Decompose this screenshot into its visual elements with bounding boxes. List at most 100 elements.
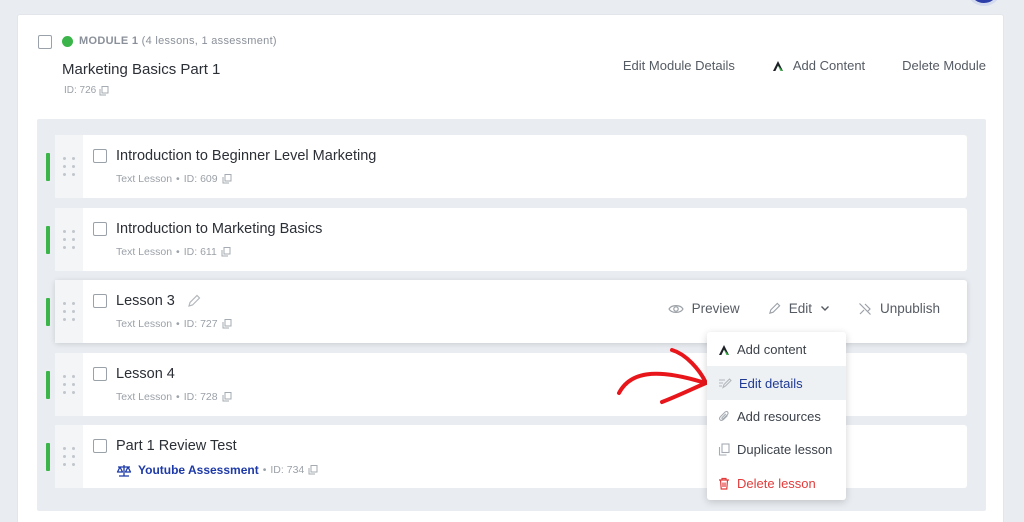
- copy-icon[interactable]: [308, 465, 318, 475]
- status-bar: [46, 443, 50, 471]
- paperclip-icon: [718, 410, 729, 421]
- add-content-label: Add Content: [792, 58, 866, 73]
- module-number: MODULE 1: [79, 35, 139, 47]
- lesson-type: Text Lesson: [116, 246, 173, 258]
- lesson-actions: Preview Edit Unpublish: [667, 301, 940, 316]
- module-counts: (4 lessons, 1 assessment): [141, 35, 277, 47]
- lesson-title[interactable]: Lesson 4: [116, 366, 175, 382]
- unpublish-button[interactable]: Unpublish: [858, 301, 940, 316]
- lesson-meta: Text Lesson • ID: 611: [116, 246, 231, 258]
- status-bar: [46, 153, 50, 181]
- lesson-id: ID: 609: [183, 173, 218, 185]
- lesson-id: ID: 727: [183, 318, 218, 330]
- drag-handle-icon[interactable]: [55, 280, 83, 343]
- preview-button[interactable]: Preview: [667, 301, 740, 316]
- module-title: Marketing Basics Part 1: [62, 61, 221, 78]
- lesson-checkbox[interactable]: [93, 294, 107, 308]
- lesson-meta: Text Lesson • ID: 727: [116, 318, 232, 330]
- drag-handle-icon[interactable]: [55, 135, 83, 198]
- meta-separator: •: [176, 173, 180, 185]
- module-card: MODULE 1 (4 lessons, 1 assessment) Marke…: [17, 14, 1004, 522]
- pencil-icon: [768, 302, 781, 314]
- status-bar: [46, 371, 50, 399]
- meta-separator: •: [176, 318, 180, 330]
- menu-item-delete-lesson[interactable]: Delete lesson: [707, 467, 846, 500]
- copy-icon[interactable]: [222, 319, 232, 329]
- drag-handle-icon[interactable]: [55, 425, 83, 488]
- lesson-title-text: Part 1 Review Test: [116, 438, 237, 454]
- preview-label: Preview: [691, 301, 740, 316]
- lesson-id: ID: 728: [183, 391, 218, 403]
- module-label: MODULE 1 (4 lessons, 1 assessment): [79, 35, 277, 47]
- menu-item-label: Delete lesson: [737, 475, 816, 491]
- module-actions: Edit Module Details Add Content Delete M…: [623, 58, 986, 73]
- unpublish-label: Unpublish: [879, 301, 940, 316]
- meta-separator: •: [176, 246, 180, 258]
- scale-icon: [116, 464, 132, 477]
- meta-separator: •: [176, 391, 180, 403]
- status-dot: [62, 36, 73, 47]
- assessment-type-label: Youtube Assessment: [138, 463, 259, 477]
- lesson-title[interactable]: Introduction to Marketing Basics: [116, 221, 322, 237]
- module-id-text: ID: 726: [64, 85, 97, 96]
- lesson-title-text: Introduction to Marketing Basics: [116, 221, 323, 237]
- copy-icon[interactable]: [221, 247, 231, 257]
- lesson-title[interactable]: Introduction to Beginner Level Marketing: [116, 148, 376, 164]
- lesson-checkbox[interactable]: [93, 439, 107, 453]
- lesson-id: ID: 734: [270, 464, 305, 476]
- delete-module-label: Delete Module: [902, 58, 986, 73]
- edit-module-details-button[interactable]: Edit Module Details: [623, 58, 735, 73]
- assessment-type: Youtube Assessment: [116, 463, 259, 477]
- lesson-meta: Text Lesson • ID: 728: [116, 391, 232, 403]
- menu-item-label: Edit details: [739, 375, 803, 391]
- lesson-checkbox[interactable]: [93, 222, 107, 236]
- menu-item-edit-details[interactable]: Edit details: [707, 366, 846, 400]
- edit-module-details-label: Edit Module Details: [622, 58, 735, 73]
- meta-separator: •: [262, 464, 267, 476]
- annotation-arrow: [617, 348, 708, 404]
- eye-icon: [667, 304, 684, 313]
- lesson-type: Text Lesson: [116, 318, 173, 330]
- lesson-meta: Text Lesson • ID: 609: [116, 173, 232, 185]
- edit-details-icon: [719, 378, 732, 389]
- edit-dropdown-button[interactable]: Edit: [768, 301, 830, 316]
- menu-item-label: Duplicate lesson: [737, 442, 833, 458]
- lesson-title[interactable]: Part 1 Review Test: [116, 438, 237, 454]
- drag-handle-icon[interactable]: [55, 353, 83, 416]
- lesson-title-text: Lesson 3: [116, 293, 175, 309]
- copy-icon: [718, 443, 730, 456]
- status-bar: [46, 226, 50, 254]
- menu-item-duplicate[interactable]: Duplicate lesson: [707, 433, 846, 466]
- drag-handle-icon[interactable]: [55, 208, 83, 271]
- menu-item-add-content[interactable]: Add content: [707, 333, 846, 366]
- copy-icon[interactable]: [222, 392, 232, 402]
- lesson-checkbox[interactable]: [93, 367, 107, 381]
- copy-icon[interactable]: [222, 174, 232, 184]
- lesson-title[interactable]: Lesson 3: [116, 293, 201, 309]
- lesson-row[interactable]: Introduction to Marketing Basics Text Le…: [46, 208, 967, 271]
- trash-icon: [719, 477, 729, 490]
- copy-icon[interactable]: [99, 85, 109, 96]
- lesson-title-text: Lesson 4: [116, 366, 175, 382]
- edit-label: Edit: [788, 301, 812, 316]
- lesson-checkbox[interactable]: [93, 149, 107, 163]
- module-id: ID: 726: [64, 85, 109, 96]
- menu-item-label: Add resources: [737, 408, 821, 424]
- avatar[interactable]: [966, 0, 1002, 6]
- delete-module-button[interactable]: Delete Module: [902, 58, 986, 73]
- status-bar: [46, 298, 50, 326]
- pencil-icon[interactable]: [187, 294, 201, 308]
- lesson-meta: Youtube Assessment • ID: 734: [116, 463, 318, 477]
- chevron-down-icon: [820, 306, 829, 311]
- lesson-type: Text Lesson: [116, 391, 173, 403]
- lesson-type: Text Lesson: [116, 173, 173, 185]
- brand-a-icon: [772, 60, 783, 71]
- lesson-id: ID: 611: [183, 246, 217, 258]
- edit-dropdown-menu: Add content Edit details Add resources D…: [707, 332, 846, 500]
- menu-item-label: Add content: [737, 342, 807, 358]
- add-content-button[interactable]: Add Content: [772, 58, 865, 73]
- lesson-row[interactable]: Introduction to Beginner Level Marketing…: [46, 135, 967, 198]
- menu-item-add-resources[interactable]: Add resources: [707, 400, 846, 433]
- brand-a-icon: [719, 344, 729, 355]
- module-checkbox[interactable]: [38, 35, 52, 49]
